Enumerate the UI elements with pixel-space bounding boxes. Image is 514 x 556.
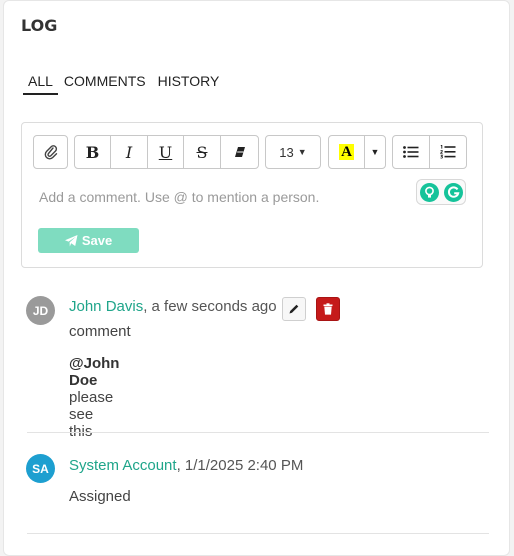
font-size-value: 13 [279, 144, 294, 160]
log-tabs: ALL COMMENTS HISTORY [23, 73, 225, 95]
paper-plane-icon [64, 234, 78, 246]
italic-icon: I [125, 142, 133, 162]
author-link[interactable]: John Davis [69, 298, 143, 315]
entry-message: @John Doe please see this [69, 355, 119, 440]
bold-button[interactable]: B [74, 135, 111, 169]
highlight-button[interactable]: A [328, 135, 365, 169]
clear-format-button[interactable] [220, 135, 259, 169]
pencil-icon [289, 304, 299, 314]
avatar: JD [26, 296, 55, 325]
tab-all[interactable]: ALL [23, 73, 58, 95]
underline-icon: U [158, 142, 173, 162]
font-size-dropdown[interactable]: 13 ▼ [265, 135, 321, 169]
eraser-icon [234, 147, 245, 157]
attach-button[interactable] [33, 135, 68, 169]
numbered-list-button[interactable] [429, 135, 467, 169]
numbered-list-icon [440, 145, 456, 159]
author-link[interactable]: System Account [69, 457, 177, 474]
mention[interactable]: @John Doe [69, 355, 119, 389]
chevron-down-icon: ▼ [297, 147, 307, 157]
edit-button[interactable] [282, 297, 306, 321]
entry-header: System Account, 1/1/2025 2:40 PM [69, 457, 303, 474]
entry-type: comment [69, 323, 131, 340]
divider [27, 432, 489, 433]
log-title: LOG [21, 16, 58, 35]
save-label: Save [81, 233, 113, 248]
italic-button[interactable]: I [110, 135, 148, 169]
delete-button[interactable] [316, 297, 340, 321]
comment-input[interactable]: Add a comment. Use @ to mention a person… [39, 189, 319, 205]
strikethrough-icon: S [196, 142, 208, 162]
bulleted-list-button[interactable] [392, 135, 430, 169]
log-panel: LOG ALL COMMENTS HISTORY B I U S 13 ▼ A … [3, 0, 510, 556]
tab-comments[interactable]: COMMENTS [58, 73, 152, 95]
entry-time: , a few seconds ago [143, 298, 277, 315]
grammar-assistant[interactable] [416, 179, 466, 205]
bold-icon: B [85, 142, 100, 162]
chevron-down-icon: ▼ [370, 147, 380, 157]
strikethrough-button[interactable]: S [183, 135, 221, 169]
highlight-dropdown[interactable]: ▼ [364, 135, 386, 169]
paperclip-icon [44, 145, 57, 160]
bulleted-list-icon [403, 146, 419, 158]
entry-message: Assigned [69, 488, 131, 505]
tab-history[interactable]: HISTORY [152, 73, 226, 95]
entry-header: John Davis, a few seconds ago [69, 298, 277, 315]
grammarly-icon[interactable] [443, 182, 463, 202]
lightbulb-icon[interactable] [419, 182, 439, 202]
save-button[interactable]: Save [38, 228, 139, 253]
comment-editor: B I U S 13 ▼ A ▼ Add a comment. Use @ to… [21, 122, 483, 268]
highlight-icon: A [339, 144, 354, 160]
entry-time: , 1/1/2025 2:40 PM [176, 457, 304, 474]
avatar: SA [26, 454, 55, 483]
divider [27, 533, 489, 534]
trash-icon [323, 303, 333, 315]
underline-button[interactable]: U [147, 135, 184, 169]
